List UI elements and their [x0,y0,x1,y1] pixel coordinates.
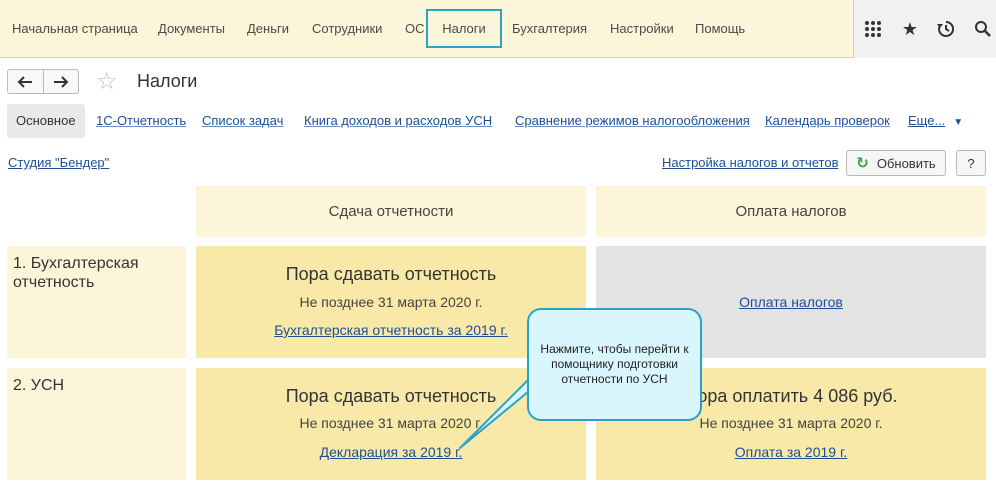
tab-income-expense-book[interactable]: Книга доходов и расходов УСН [304,104,492,138]
history-icon[interactable] [932,15,960,43]
main-menu-bar: Начальная страница Документы Деньги Сотр… [0,0,996,58]
navigation-buttons [7,69,79,94]
row-label-usn: 2. УСН [7,368,186,480]
help-button[interactable]: ? [956,150,986,176]
row-label-accounting: 1. Бухгалтерская отчетность [7,246,186,358]
report-card-link-wrap: Декларация за 2019 г. [196,444,586,460]
favorites-star-icon[interactable]: ★ [896,15,924,43]
tab-task-list[interactable]: Список задач [202,104,283,138]
tax-settings-link[interactable]: Настройка налогов и отчетов [662,155,838,170]
report-card-deadline: Не позднее 31 марта 2020 г. [299,415,483,431]
menu-item-documents[interactable]: Документы [158,21,225,36]
menu-item-help[interactable]: Помощь [695,21,745,36]
chevron-down-icon: ▼ [953,117,964,128]
accounting-report-link[interactable]: Бухгалтерская отчетность за 2019 г. [274,322,508,338]
declaration-link[interactable]: Декларация за 2019 г. [320,444,463,460]
payment-card-link-wrap: Оплата за 2019 г. [596,444,986,460]
column-header-payment: Оплата налогов [596,186,986,237]
search-icon[interactable] [969,15,996,43]
hint-callout-text: Нажмите, чтобы перейти к помощнику подго… [540,342,689,386]
menu-item-accounting[interactable]: Бухгалтерия [512,21,587,36]
apps-grid-icon[interactable] [859,15,887,43]
tab-more[interactable]: Еще... ▼ [908,104,963,138]
report-card-title: Пора сдавать отчетность [285,264,497,284]
toolbar-icons: ★ [853,0,996,58]
tab-more-label: Еще... [908,113,946,128]
hint-callout: Нажмите, чтобы перейти к помощнику подго… [527,308,702,421]
tab-tax-regime-comparison[interactable]: Сравнение режимов налогообложения [515,104,750,138]
tab-inspection-calendar[interactable]: Календарь проверок [765,104,890,138]
refresh-icon: ↻ [856,155,869,172]
refresh-button-label: Обновить [876,155,936,171]
refresh-button[interactable]: ↻ Обновить [846,150,946,176]
back-arrow-icon[interactable] [8,70,43,93]
organization-link[interactable]: Студия "Бендер" [8,155,109,170]
menu-item-home[interactable]: Начальная страница [12,21,138,36]
add-favorite-star-icon[interactable]: ☆ [96,69,118,95]
menu-item-employees[interactable]: Сотрудники [312,21,382,36]
menu-item-money[interactable]: Деньги [247,21,289,36]
menu-item-fixed-assets[interactable]: ОС [405,21,425,36]
tax-payment-link[interactable]: Оплата налогов [739,294,843,310]
menu-item-settings[interactable]: Настройки [610,21,674,36]
page-title: Налоги [137,71,198,91]
tab-main[interactable]: Основное [7,104,85,138]
tab-1c-reporting[interactable]: 1С-Отчетность [96,104,186,138]
report-card-deadline: Не позднее 31 марта 2020 г. [299,294,483,310]
column-header-reporting: Сдача отчетности [196,186,586,237]
menu-item-taxes[interactable]: Налоги [426,9,502,48]
forward-arrow-icon[interactable] [42,70,78,93]
payment-2019-link[interactable]: Оплата за 2019 г. [735,444,847,460]
